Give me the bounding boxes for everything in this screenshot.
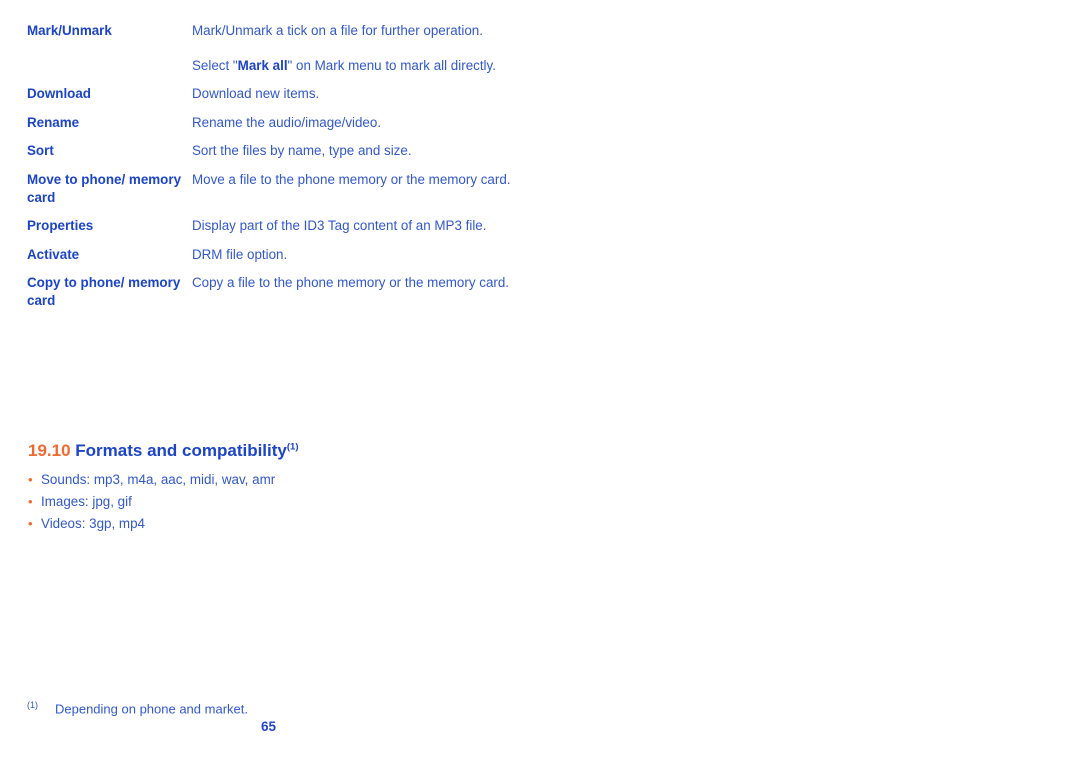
term-label: Sort bbox=[27, 143, 54, 159]
table-row: Copy to phone/ memory card Copy a file t… bbox=[27, 274, 517, 320]
table-row: Download Download new items. bbox=[27, 85, 517, 114]
footnote: (1) Depending on phone and market. bbox=[27, 697, 248, 717]
definition-paragraph: Rename the audio/image/video. bbox=[191, 114, 382, 130]
left-page: Mark/Unmark Mark/Unmark a tick on a file… bbox=[0, 0, 540, 767]
table-row: Rename Rename the audio/image/video. bbox=[27, 114, 517, 143]
formats-section-heading: 19.10 Formats and compatibility(1) bbox=[28, 441, 299, 461]
term-definition: Copy a file to the phone memory or the m… bbox=[192, 274, 517, 320]
table-row: Mark/Unmark Mark/Unmark a tick on a file… bbox=[27, 22, 517, 85]
term-definition: Sort the files by name, type and size. bbox=[192, 142, 517, 171]
table-row: Move to phone/ memory card Move a file t… bbox=[27, 171, 517, 217]
definition-paragraph: Display part of the ID3 Tag content of a… bbox=[191, 218, 487, 234]
definition-paragraph: Mark/Unmark a tick on a file for further… bbox=[191, 23, 483, 38]
section-title: Formats and compatibility bbox=[75, 441, 287, 460]
term-label: Download bbox=[27, 86, 91, 102]
list-item: Sounds: mp3, m4a, aac, midi, wav, amr bbox=[28, 469, 275, 491]
definition-paragraph: Move a file to the phone memory or the m… bbox=[191, 171, 511, 187]
term-label: Mark/Unmark bbox=[27, 23, 112, 38]
term-label: Copy to phone/ memory card bbox=[27, 275, 181, 308]
footnote-reference: (1) bbox=[286, 441, 299, 453]
definition-suffix: " on Mark menu to mark all directly. bbox=[287, 57, 496, 73]
definition-paragraph: DRM file option. bbox=[191, 246, 288, 262]
term-label: Rename bbox=[27, 114, 80, 130]
definition-paragraph: Copy a file to the phone memory or the m… bbox=[191, 275, 510, 291]
term-definition: Display part of the ID3 Tag content of a… bbox=[192, 217, 517, 246]
table-body: Mark/Unmark Mark/Unmark a tick on a file… bbox=[27, 22, 517, 321]
footnote-text: Depending on phone and market. bbox=[55, 701, 248, 717]
definition-paragraph: Download new items. bbox=[191, 86, 320, 102]
term-definition: Rename the audio/image/video. bbox=[192, 114, 517, 143]
definition-paragraph: Select "Mark all" on Mark menu to mark a… bbox=[192, 57, 517, 75]
file-options-table: Mark/Unmark Mark/Unmark a tick on a file… bbox=[27, 22, 517, 321]
term-definition: DRM file option. bbox=[192, 246, 517, 275]
term-definition: Download new items. bbox=[192, 85, 517, 114]
term-label: Properties bbox=[27, 218, 94, 234]
table-row: Activate DRM file option. bbox=[27, 246, 517, 275]
definition-bold: Mark all bbox=[237, 57, 288, 73]
definition-prefix: Select " bbox=[191, 57, 238, 73]
list-item: Videos: 3gp, mp4 bbox=[28, 513, 275, 535]
formats-list: Sounds: mp3, m4a, aac, midi, wav, amr Im… bbox=[28, 469, 275, 535]
table-row: Sort Sort the files by name, type and si… bbox=[27, 142, 517, 171]
definition-paragraph: Sort the files by name, type and size. bbox=[191, 143, 412, 159]
section-number: 19.10 bbox=[28, 441, 71, 460]
term-label: Move to phone/ memory card bbox=[27, 171, 182, 205]
footnote-marker: (1) bbox=[27, 700, 38, 710]
term-definition: Mark/Unmark a tick on a file for further… bbox=[192, 22, 517, 85]
page-number-left: 65 bbox=[261, 719, 277, 734]
table-row: Properties Display part of the ID3 Tag c… bbox=[27, 217, 517, 246]
right-page: 20 Making the most of your mobile.......… bbox=[540, 0, 1080, 767]
list-item: Images: jpg, gif bbox=[28, 491, 275, 513]
term-label: Activate bbox=[27, 246, 80, 262]
term-definition: Move a file to the phone memory or the m… bbox=[192, 171, 517, 217]
